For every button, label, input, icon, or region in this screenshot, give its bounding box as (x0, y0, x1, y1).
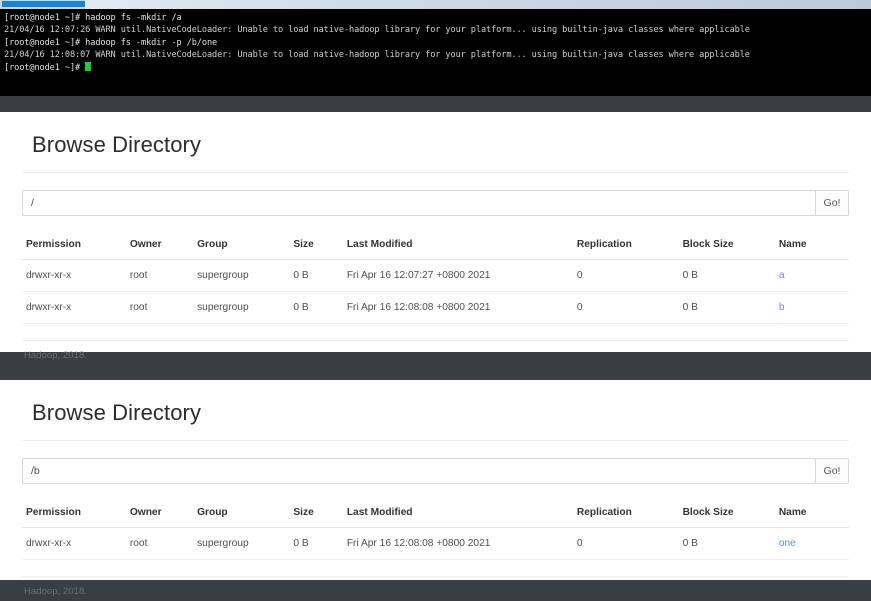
titlebar-background (85, 0, 871, 9)
desktop: [root@node1 ~]# hadoop fs -mkdir /a 21/0… (0, 0, 871, 601)
directory-link[interactable]: b (779, 302, 785, 313)
cell-owner: root (125, 291, 194, 324)
column-header-owner[interactable]: Owner (125, 233, 194, 260)
column-header-block-size[interactable]: Block Size (678, 233, 775, 260)
titlebar-accent (2, 1, 85, 7)
table-row: drwxr-xr-x root supergroup 0 B Fri Apr 1… (22, 527, 849, 560)
cell-block-size: 0 B (678, 259, 775, 292)
directory-table: Permission Owner Group Size Last Modifie… (22, 501, 849, 560)
path-input[interactable] (22, 190, 815, 216)
cell-last-modified: Fri Apr 16 12:07:27 +0800 2021 (342, 259, 573, 292)
column-header-group[interactable]: Group (193, 233, 290, 260)
terminal-window[interactable]: [root@node1 ~]# hadoop fs -mkdir /a 21/0… (0, 0, 871, 96)
cell-owner: root (125, 259, 194, 292)
go-button[interactable]: Go! (815, 190, 849, 216)
column-header-name[interactable]: Name (774, 501, 849, 528)
directory-table: Permission Owner Group Size Last Modifie… (22, 233, 849, 324)
go-button[interactable]: Go! (815, 458, 849, 484)
terminal-line-2: 21/04/16 12:07:26 WARN util.NativeCodeLo… (4, 25, 750, 36)
cell-size: 0 B (289, 527, 343, 560)
cell-group: supergroup (193, 259, 290, 292)
column-header-replication[interactable]: Replication (572, 233, 679, 260)
page-title: Browse Directory (32, 132, 202, 157)
cell-block-size: 0 B (678, 291, 775, 324)
terminal-prompt-line: [root@node1 ~]# (4, 61, 867, 74)
terminal-line-4: 21/04/16 12:08:07 WARN util.NativeCodeLo… (4, 50, 750, 61)
page-title: Browse Directory (32, 400, 202, 425)
directory-link[interactable]: a (779, 270, 785, 281)
column-header-permission[interactable]: Permission (22, 501, 126, 528)
cell-name: one (774, 527, 849, 560)
cell-block-size: 0 B (678, 527, 775, 560)
terminal-line-1: [root@node1 ~]# hadoop fs -mkdir /a (4, 13, 182, 23)
cell-replication: 0 (572, 527, 679, 560)
cell-last-modified: Fri Apr 16 12:08:08 +0800 2021 (342, 527, 573, 560)
cell-permission: drwxr-xr-x (22, 527, 126, 560)
cell-owner: root (125, 527, 194, 560)
table-row: drwxr-xr-x root supergroup 0 B Fri Apr 1… (22, 259, 849, 292)
terminal-output[interactable]: [root@node1 ~]# hadoop fs -mkdir /a 21/0… (0, 9, 871, 96)
table-header-row: Permission Owner Group Size Last Modifie… (22, 501, 849, 528)
column-header-last-modified[interactable]: Last Modified (342, 233, 573, 260)
column-header-last-modified[interactable]: Last Modified (342, 501, 573, 528)
cell-size: 0 B (289, 291, 343, 324)
column-header-permission[interactable]: Permission (22, 233, 126, 260)
cell-replication: 0 (572, 259, 679, 292)
browse-directory-panel-subdir: Browse Directory Go! Permission Owner Gr… (0, 380, 871, 597)
column-header-size[interactable]: Size (289, 501, 343, 528)
cell-replication: 0 (572, 291, 679, 324)
cell-name: b (774, 291, 849, 324)
directory-link[interactable]: one (779, 538, 796, 549)
column-header-name[interactable]: Name (774, 233, 849, 260)
column-header-size[interactable]: Size (289, 233, 343, 260)
cell-last-modified: Fri Apr 16 12:08:08 +0800 2021 (342, 291, 573, 324)
column-header-replication[interactable]: Replication (572, 501, 679, 528)
cell-size: 0 B (289, 259, 343, 292)
table-header-row: Permission Owner Group Size Last Modifie… (22, 233, 849, 260)
column-header-block-size[interactable]: Block Size (678, 501, 775, 528)
table-row: drwxr-xr-x root supergroup 0 B Fri Apr 1… (22, 291, 849, 324)
path-search-row: Go! (22, 458, 849, 484)
footer-text: Hadoop, 2018. (24, 350, 87, 361)
terminal-cursor (85, 61, 92, 71)
terminal-titlebar[interactable] (0, 0, 871, 9)
terminal-prompt: [root@node1 ~]# (4, 62, 86, 73)
footer-text: Hadoop, 2018. (24, 586, 87, 597)
terminal-line-3: [root@node1 ~]# hadoop fs -mkdir -p /b/o… (4, 37, 218, 48)
path-input[interactable] (22, 458, 815, 484)
browse-directory-panel-root: Browse Directory Go! Permission Owner Gr… (0, 112, 871, 361)
title-divider (22, 172, 849, 173)
cell-permission: drwxr-xr-x (22, 291, 126, 324)
cell-group: supergroup (193, 527, 290, 560)
column-header-group[interactable]: Group (193, 501, 290, 528)
cell-group: supergroup (193, 291, 290, 324)
title-divider (22, 440, 849, 441)
cell-permission: drwxr-xr-x (22, 259, 126, 292)
cell-name: a (774, 259, 849, 292)
path-search-row: Go! (22, 190, 849, 216)
column-header-owner[interactable]: Owner (125, 501, 194, 528)
